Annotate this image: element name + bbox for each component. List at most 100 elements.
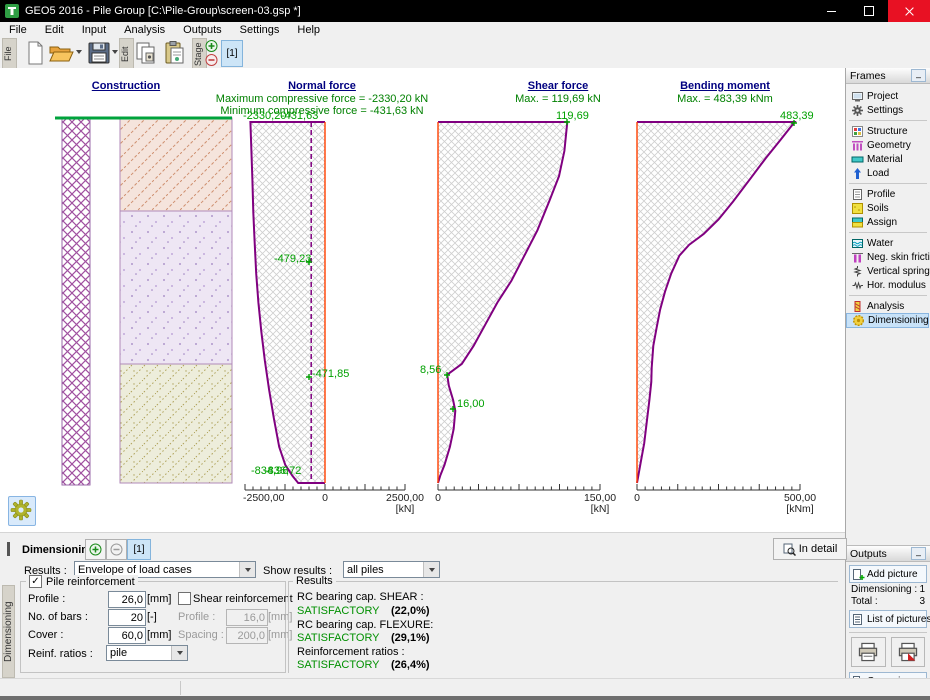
result-row-label: RC bearing cap. SHEAR :	[297, 591, 424, 603]
edit-tab[interactable]: Edit	[119, 38, 134, 70]
dimensioning-panel: Dimensioning : [1] In detail Results : E…	[0, 537, 845, 678]
sidebar-item-vertical-springs[interactable]: Vertical springs	[846, 264, 930, 278]
sidebar-item-profile[interactable]: Profile	[846, 187, 930, 201]
sidebar-item-hor-modulus[interactable]: Hor. modulus	[846, 278, 930, 292]
status-bar	[0, 678, 930, 697]
combo-arrow-icon[interactable]	[423, 562, 439, 577]
chart-normal-force	[245, 122, 405, 490]
show-results-combo[interactable]: all piles	[343, 561, 440, 578]
sidebar-item-label: Structure	[867, 126, 908, 137]
sidebar-item-settings[interactable]: Settings	[846, 103, 930, 117]
add-dimensioning-button[interactable]	[85, 539, 106, 560]
soil-layer-1	[120, 118, 232, 211]
sidebar-item-analysis[interactable]: Analysis	[846, 299, 930, 313]
panel-grip[interactable]	[7, 542, 10, 556]
menu-file[interactable]: File	[0, 23, 36, 37]
construction-diagram	[55, 118, 232, 485]
frames-separator	[849, 232, 927, 233]
analysis-icon	[851, 300, 864, 313]
frames-separator	[849, 183, 927, 184]
file-tab[interactable]: File	[2, 38, 17, 70]
menu-analysis[interactable]: Analysis	[115, 23, 174, 37]
printer-icon	[857, 641, 879, 663]
paste-picture-icon[interactable]	[162, 40, 188, 66]
outputs-panel: Outputs – Add picture Dimensioning : 1 T…	[846, 545, 930, 697]
spacing-label: Spacing :	[178, 629, 224, 641]
print-button[interactable]	[851, 637, 886, 667]
frames-separator	[849, 120, 927, 121]
sidebar-item-geometry[interactable]: Geometry	[846, 138, 930, 152]
structure-icon	[851, 125, 864, 138]
open-dropdown-caret[interactable]	[76, 50, 82, 54]
add-picture-icon	[852, 568, 865, 581]
combo-arrow-icon[interactable]	[171, 646, 187, 660]
printer-red-icon	[897, 641, 919, 663]
cover-input[interactable]	[108, 627, 146, 644]
sidebar-item-label: Material	[867, 154, 903, 165]
frames-minimize-button[interactable]: –	[911, 69, 926, 82]
sidebar-item-label: Soils	[867, 203, 889, 214]
menu-edit[interactable]: Edit	[36, 23, 73, 37]
close-button[interactable]	[888, 0, 930, 22]
sidebar-item-label: Settings	[867, 105, 903, 116]
outputs-minimize-button[interactable]: –	[911, 547, 926, 560]
sidebar-item-water[interactable]: Water	[846, 236, 930, 250]
dimensioning-tab[interactable]: Dimensioning	[2, 585, 15, 678]
gear-icon	[9, 497, 33, 523]
frames-panel-title: Frames	[850, 70, 886, 82]
sidebar-item-label: Dimensioning	[868, 315, 929, 326]
minimize-button[interactable]	[812, 0, 850, 22]
sidebar-item-project[interactable]: Project	[846, 89, 930, 103]
cover-unit: [mm]	[147, 629, 171, 641]
add-picture-button[interactable]: Add picture	[849, 565, 927, 583]
stage-add-icon[interactable]	[204, 39, 219, 53]
sidebar-item-soils[interactable]: Soils	[846, 201, 930, 215]
material-icon	[851, 153, 864, 166]
sidebar-item-label: Profile	[867, 189, 895, 200]
stage-number-button[interactable]: [1]	[221, 40, 243, 67]
print-pdf-button[interactable]	[891, 637, 926, 667]
combo-arrow-icon[interactable]	[239, 562, 255, 577]
pile-reinforcement-checkbox[interactable]: ✓	[29, 575, 42, 588]
sidebar-item-neg-skin-friction[interactable]: Neg. skin friction	[846, 250, 930, 264]
result-row-label: RC bearing cap. FLEXURE:	[297, 619, 433, 631]
result-percent: (26,4%)	[391, 659, 430, 671]
profile-input[interactable]	[108, 591, 146, 608]
menu-settings[interactable]: Settings	[231, 23, 289, 37]
neg-skin-friction-icon	[851, 251, 864, 264]
dimensioning-number-button[interactable]: [1]	[127, 539, 151, 560]
shear-reinforcement-checkbox[interactable]	[178, 592, 191, 605]
sidebar-item-material[interactable]: Material	[846, 152, 930, 166]
save-dropdown-caret[interactable]	[112, 50, 118, 54]
sidebar-item-label: Neg. skin friction	[867, 252, 930, 263]
sidebar-item-dimensioning[interactable]: Dimensioning	[846, 313, 929, 328]
in-detail-button[interactable]: In detail	[773, 538, 847, 560]
frame-settings-button[interactable]	[8, 496, 36, 526]
dimensioning-count-row: Dimensioning : 1	[846, 583, 930, 595]
result-status: SATISFACTORY	[297, 632, 380, 644]
total-count: 3	[919, 596, 925, 607]
sidebar-item-assign[interactable]: Assign	[846, 215, 930, 229]
sidebar-item-load[interactable]: Load	[846, 166, 930, 180]
open-file-icon[interactable]	[48, 40, 74, 66]
bars-unit: [-]	[147, 611, 157, 623]
right-panel: Frames – Project Settings StructureGeometr…	[845, 68, 930, 697]
list-of-pictures-button[interactable]: List of pictures	[849, 610, 927, 628]
menu-input[interactable]: Input	[73, 23, 115, 37]
frames-panel-header: Frames –	[846, 68, 930, 84]
copy-picture-icon[interactable]	[134, 40, 160, 66]
title-bar: GEO5 2016 - Pile Group [C:\Pile-Group\sc…	[0, 0, 930, 22]
new-file-icon[interactable]	[22, 40, 48, 66]
sidebar-item-structure[interactable]: Structure	[846, 124, 930, 138]
maximize-button[interactable]	[850, 0, 888, 22]
menu-help[interactable]: Help	[288, 23, 329, 37]
save-icon[interactable]	[86, 40, 112, 66]
menu-outputs[interactable]: Outputs	[174, 23, 231, 37]
reinf-ratios-combo[interactable]: pile	[106, 645, 188, 661]
remove-dimensioning-button[interactable]	[106, 539, 127, 560]
bars-input[interactable]	[108, 609, 146, 626]
pile	[62, 118, 90, 485]
frames-separator	[849, 295, 927, 296]
project-icon	[851, 90, 864, 103]
stage-remove-icon[interactable]	[204, 53, 219, 67]
